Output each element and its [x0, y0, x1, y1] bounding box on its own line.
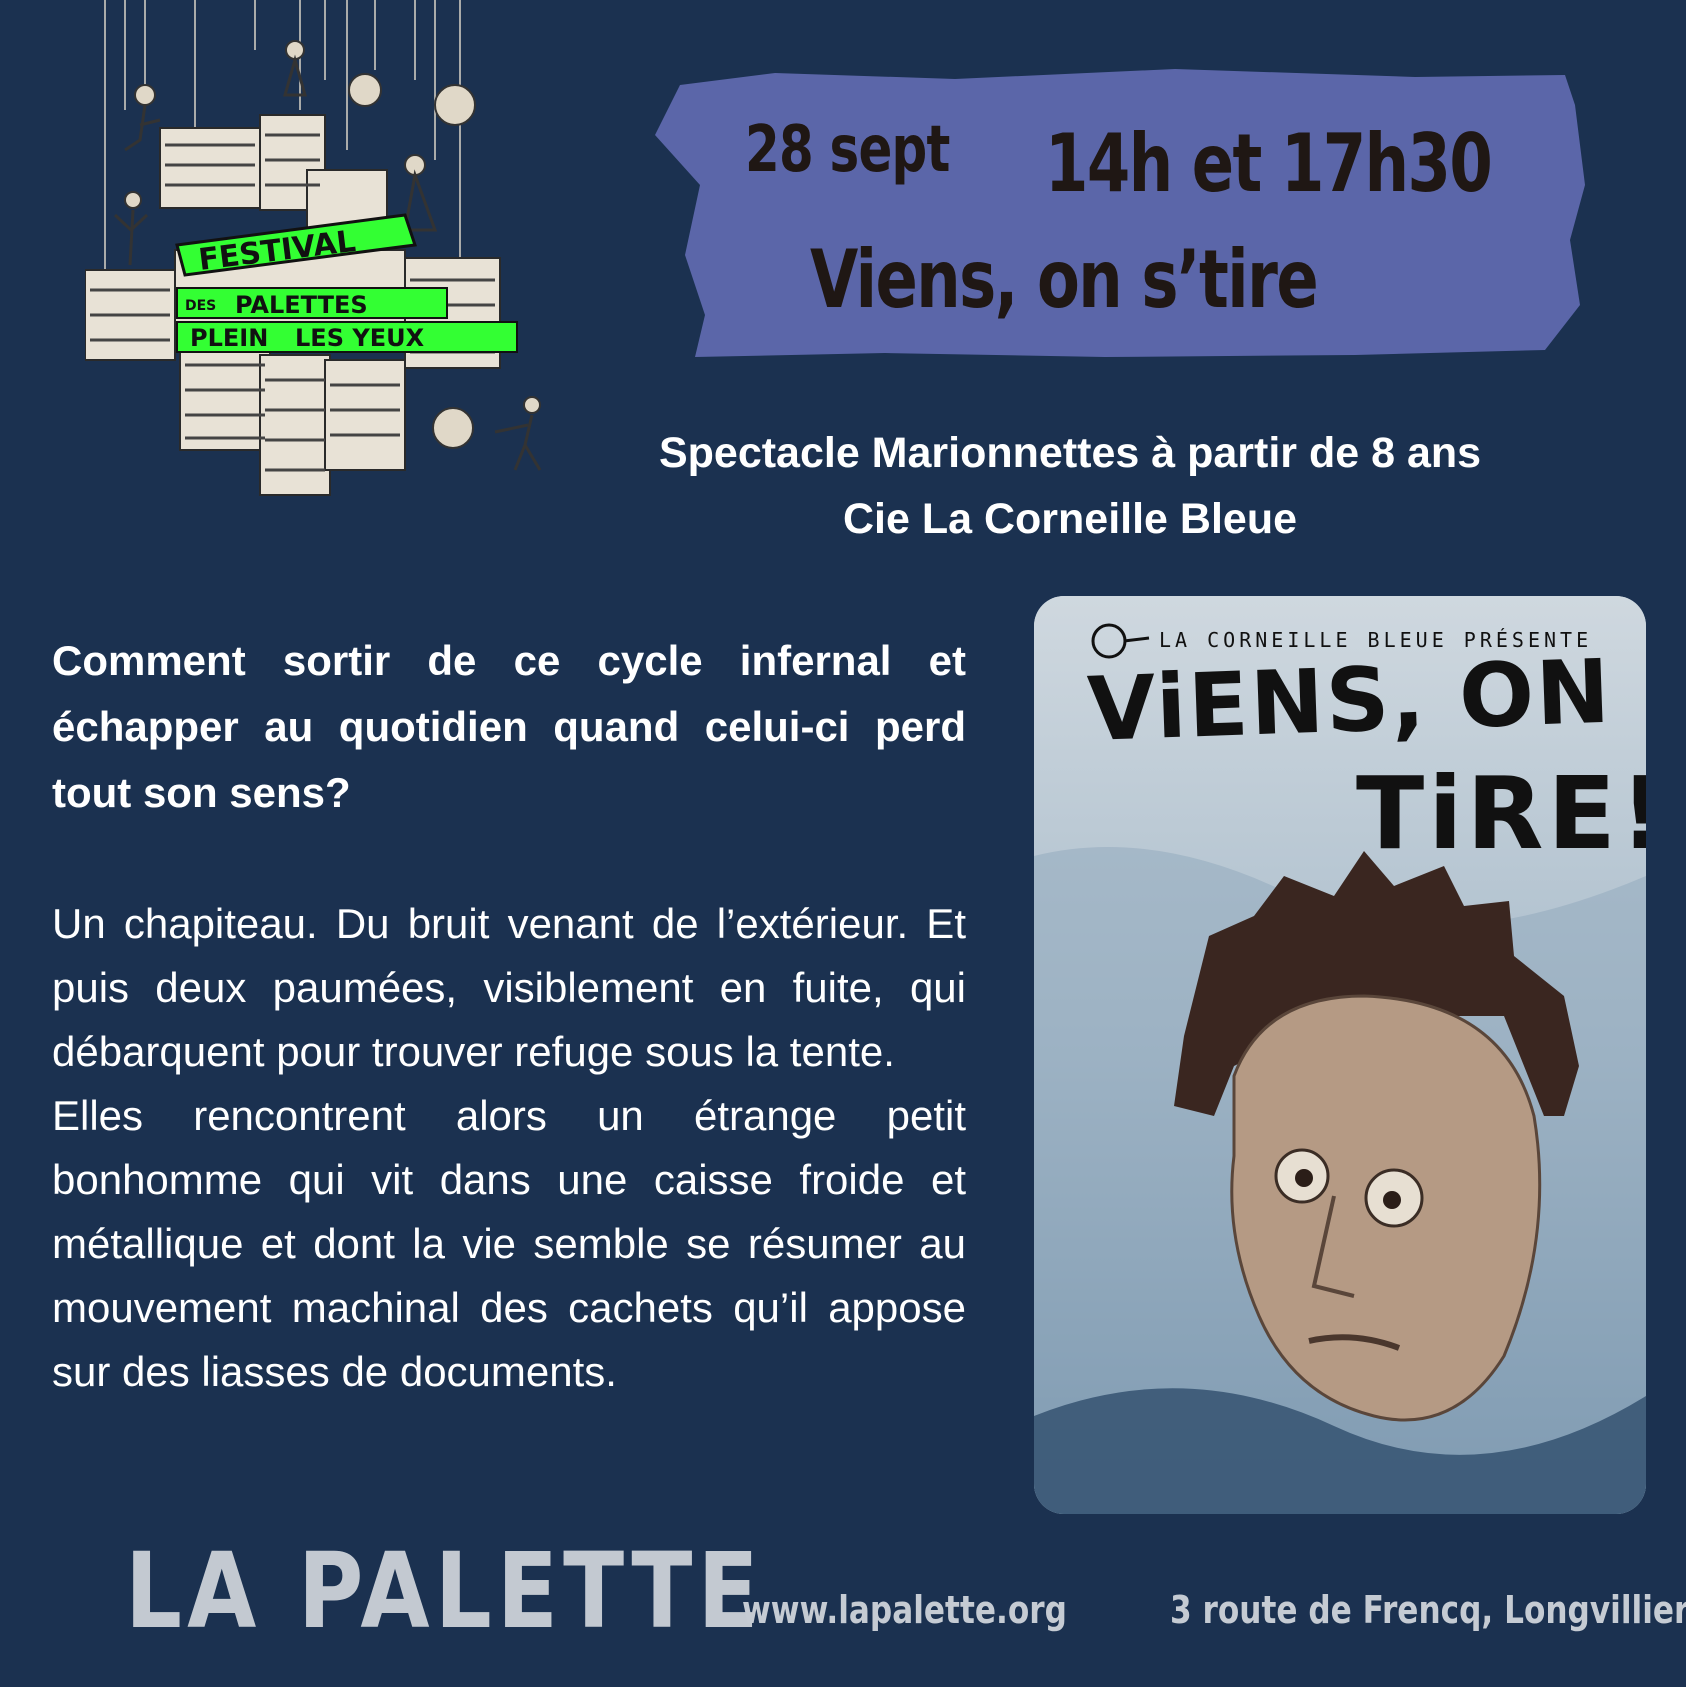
logo-des-word: DES [185, 298, 216, 314]
logo-les-yeux-word: LES YEUX [295, 324, 425, 352]
show-genre-age: Spectacle Marionnettes à partir de 8 ans [658, 429, 1482, 477]
show-title: Viens, on s’tire [810, 233, 1319, 326]
show-poster: LA CORNEILLE BLEUE PRÉSENTE ViENS, ON SE… [1034, 596, 1646, 1514]
show-subtitle: Spectacle Marionnettes à partir de 8 ans… [640, 420, 1500, 552]
logo-palettes-word: PALETTES [235, 291, 368, 319]
company-name: Cie La Corneille Bleue [842, 495, 1298, 543]
logo-plein-word: PLEIN [190, 324, 268, 352]
website-link[interactable]: www.lapalette.org [742, 1588, 1067, 1632]
show-times: 14h et 17h30 [1045, 117, 1493, 210]
poster-title-line: TiRE! [1356, 755, 1646, 872]
venue-address: 3 route de Frencq, Longvilliers [1170, 1588, 1686, 1632]
show-date: 28 sept [745, 113, 950, 187]
poster-title: ViENS, ON SE TiRE! [1086, 634, 1646, 872]
venue-logo: LA PALETTE [125, 1530, 764, 1652]
headline-block: 28 sept 14h et 17h30 Viens, on s’tire [655, 65, 1590, 365]
description-question: Comment sortir de ce cycle infernal et é… [52, 637, 966, 816]
description: Comment sortir de ce cycle infernal et é… [52, 628, 966, 1404]
palette-stack-illustration: FESTIVAL DES PALETTES PLEIN LES YEUX [84, 0, 542, 496]
description-paragraph: Elles rencontrent alors un étrange petit… [52, 1092, 966, 1395]
poster-title-line: ViENS, ON SE [1085, 634, 1646, 761]
description-paragraph: Un chapiteau. Du bruit venant de l’extér… [52, 900, 966, 1075]
festival-logo: FESTIVAL DES PALETTES PLEIN LES YEUX [84, 0, 555, 505]
event-flyer: FESTIVAL DES PALETTES PLEIN LES YEUX 28 … [0, 0, 1686, 1687]
